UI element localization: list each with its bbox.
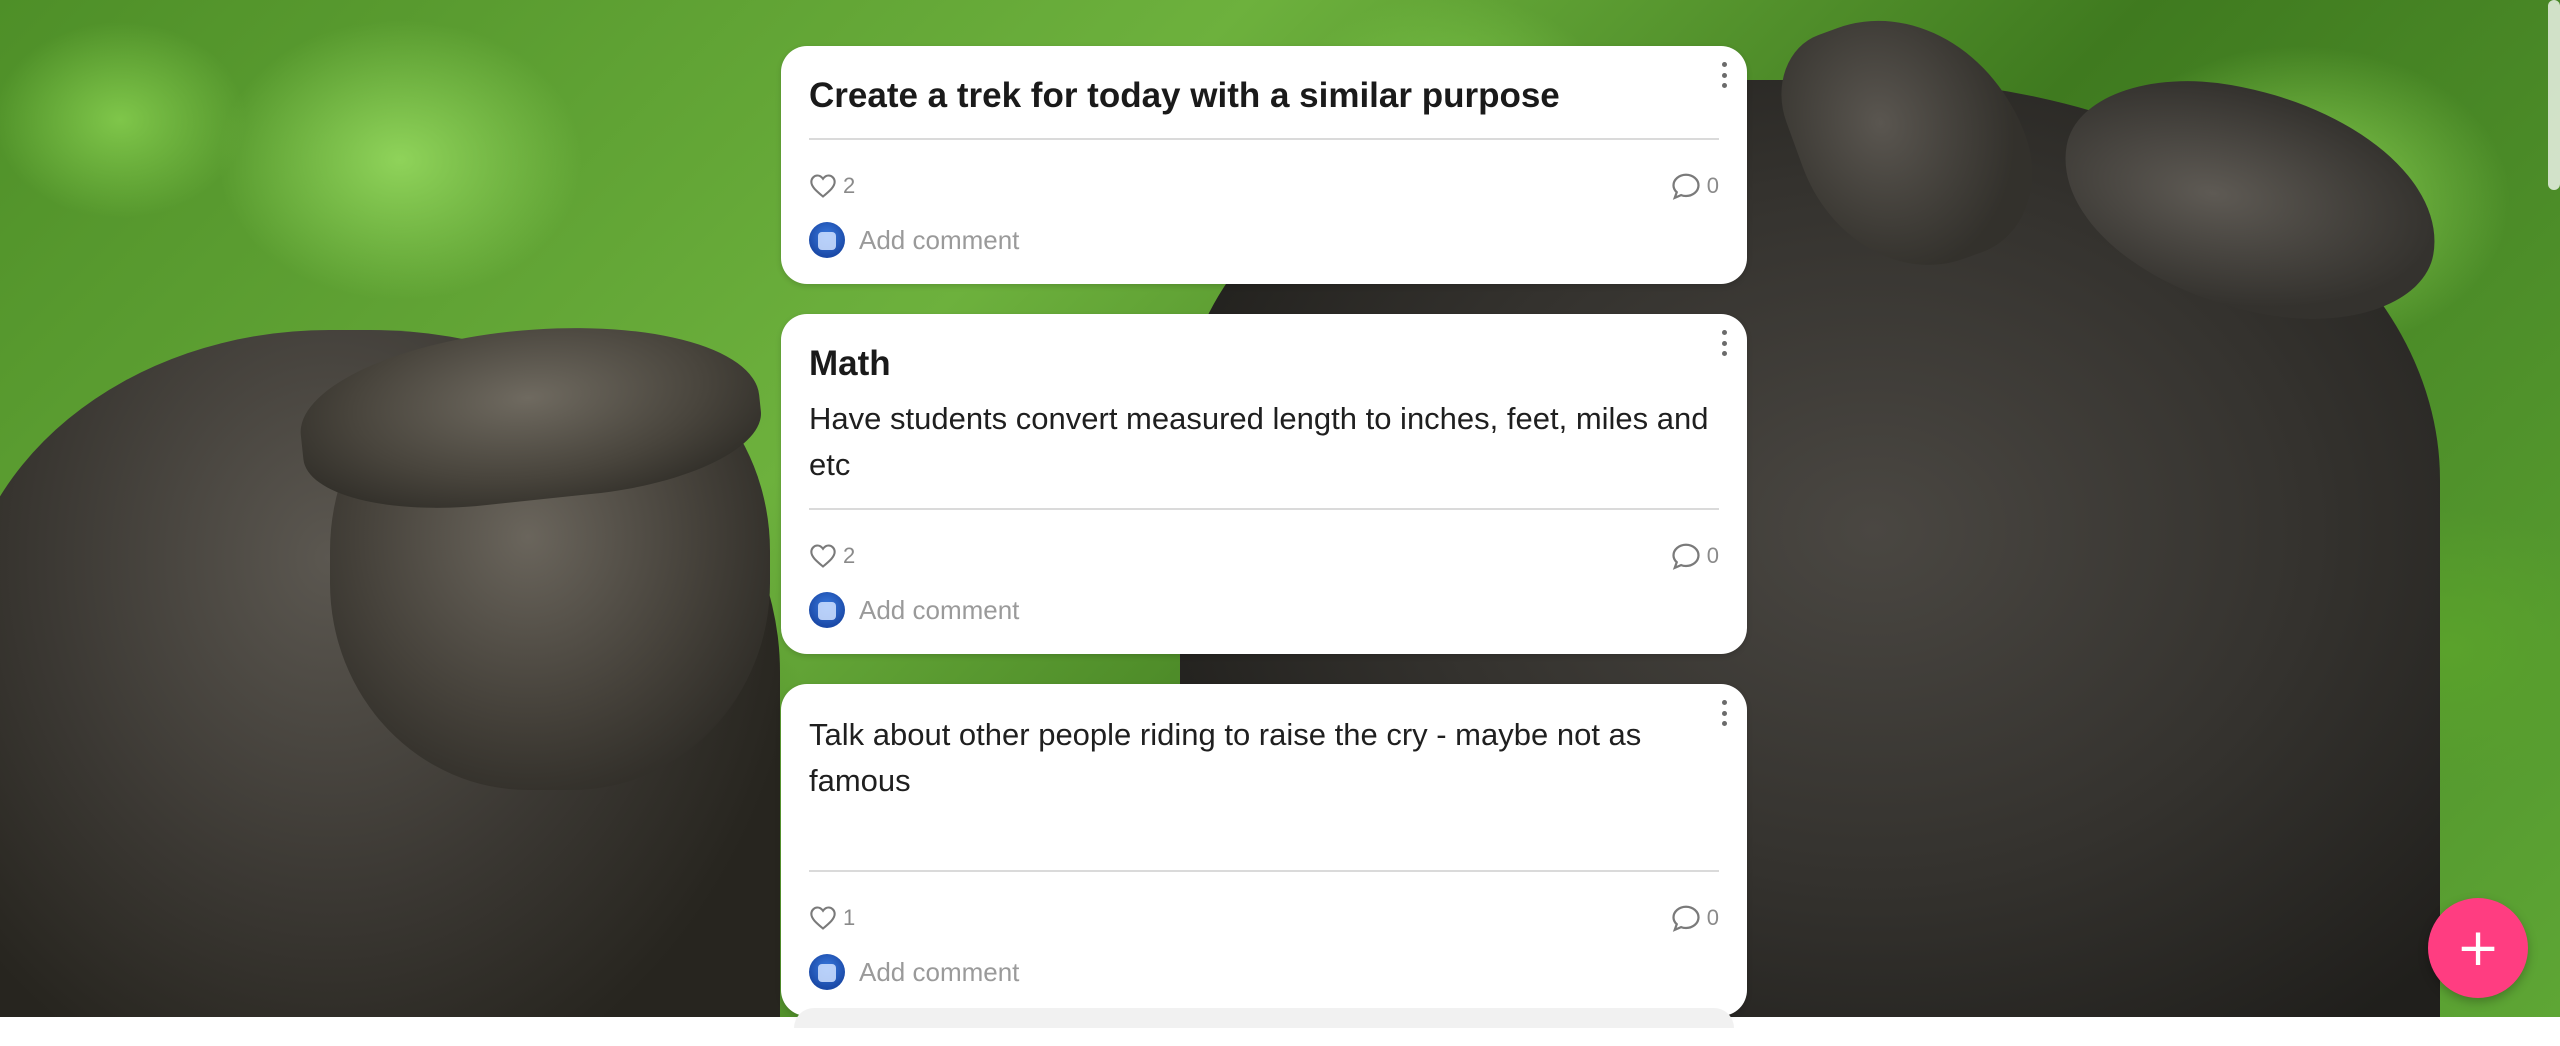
scrollbar[interactable] — [2548, 0, 2560, 190]
like-button[interactable]: 2 — [809, 543, 855, 569]
comment-count: 0 — [1706, 905, 1719, 930]
heart-icon — [810, 906, 836, 930]
comments-button[interactable]: 0 — [1671, 542, 1719, 570]
add-comment-row[interactable]: Add comment — [809, 946, 1719, 1016]
divider — [809, 138, 1719, 140]
comment-bubble-icon — [1672, 173, 1700, 200]
comment-bubble-icon — [1672, 905, 1700, 932]
heart-icon — [810, 174, 836, 198]
comments-button[interactable]: 0 — [1671, 172, 1719, 200]
post-card[interactable]: Talk about other people riding to raise … — [781, 684, 1747, 1016]
more-options-icon[interactable] — [1719, 330, 1729, 356]
add-comment-row[interactable]: Add comment — [809, 584, 1719, 654]
avatar — [809, 222, 845, 258]
plus-icon: + — [2456, 918, 2500, 978]
post-body: Talk about other people riding to raise … — [809, 717, 1642, 798]
avatar — [809, 954, 845, 990]
post-title: Math — [809, 344, 891, 383]
post-card[interactable]: Math Have students convert measured leng… — [781, 314, 1747, 654]
posts-column: Create a trek for today with a similar p… — [781, 46, 1747, 1046]
add-comment-input[interactable]: Add comment — [859, 957, 1019, 988]
like-count: 2 — [843, 173, 856, 198]
divider — [809, 870, 1719, 872]
post-meta: 2 0 — [809, 528, 1719, 584]
comment-bubble-icon — [1672, 543, 1700, 570]
post-title: Create a trek for today with a similar p… — [809, 76, 1560, 115]
comments-button[interactable]: 0 — [1671, 904, 1719, 932]
avatar — [809, 592, 845, 628]
post-card[interactable]: Create a trek for today with a similar p… — [781, 46, 1747, 284]
add-comment-input[interactable]: Add comment — [859, 595, 1019, 626]
add-comment-input[interactable]: Add comment — [859, 225, 1019, 256]
like-button[interactable]: 1 — [809, 905, 855, 931]
more-options-icon[interactable] — [1719, 62, 1729, 88]
add-post-button[interactable]: + — [2428, 898, 2528, 998]
divider — [809, 508, 1719, 510]
post-meta: 1 0 — [809, 890, 1719, 946]
comment-count: 0 — [1706, 543, 1719, 568]
like-count: 1 — [843, 905, 856, 930]
add-comment-row[interactable]: Add comment — [809, 214, 1719, 284]
like-button[interactable]: 2 — [809, 173, 855, 199]
post-body: Have students convert measured length to… — [809, 401, 1709, 482]
like-count: 2 — [843, 543, 856, 568]
post-meta: 2 0 — [809, 158, 1719, 214]
comment-count: 0 — [1706, 173, 1719, 198]
more-options-icon[interactable] — [1719, 700, 1729, 726]
post-card[interactable] — [794, 1008, 1734, 1028]
heart-icon — [810, 544, 836, 568]
